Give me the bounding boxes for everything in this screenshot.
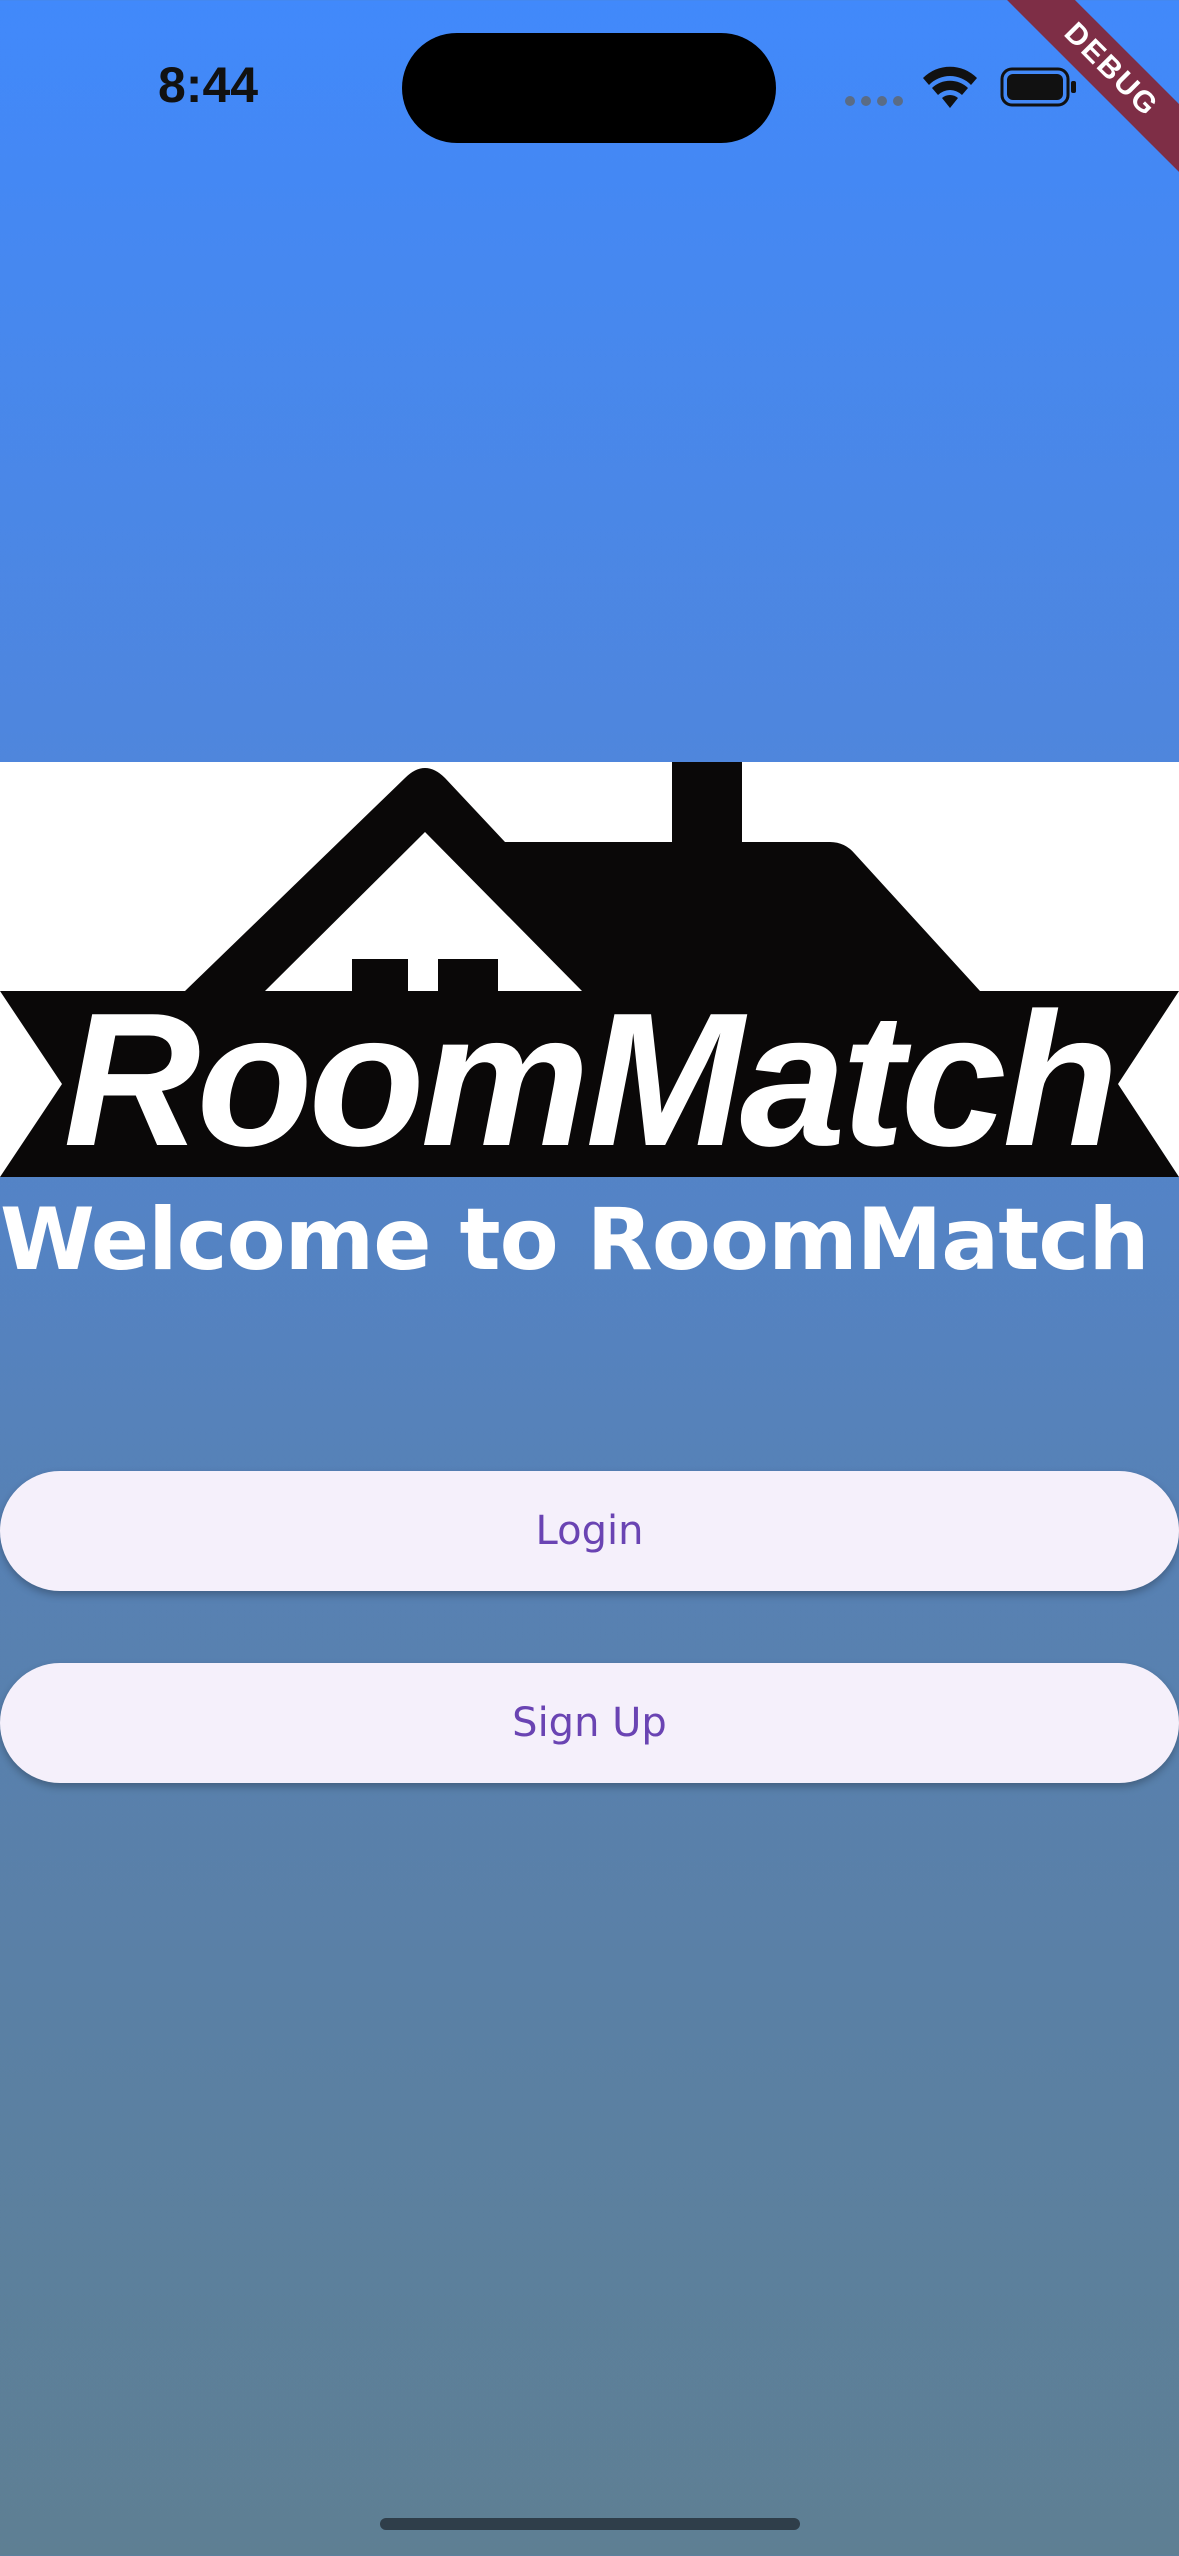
login-button-label: Login [535, 1508, 644, 1554]
welcome-title: Welcome to RoomMatch [0, 1190, 1150, 1290]
sign-up-button[interactable]: Sign Up [0, 1663, 1179, 1783]
logo-text: RoomMatch [63, 974, 1114, 1177]
wifi-icon [923, 66, 977, 108]
house-roof-logo-icon: RoomMatch [0, 762, 1179, 1177]
dynamic-island [402, 33, 776, 143]
cellular-dots-icon [845, 96, 903, 106]
battery-icon [1000, 67, 1076, 107]
login-button[interactable]: Login [0, 1471, 1179, 1591]
home-indicator[interactable] [380, 2518, 800, 2530]
sign-up-button-label: Sign Up [512, 1700, 667, 1746]
status-time: 8:44 [158, 57, 259, 113]
roommatch-logo: RoomMatch [0, 762, 1179, 1177]
